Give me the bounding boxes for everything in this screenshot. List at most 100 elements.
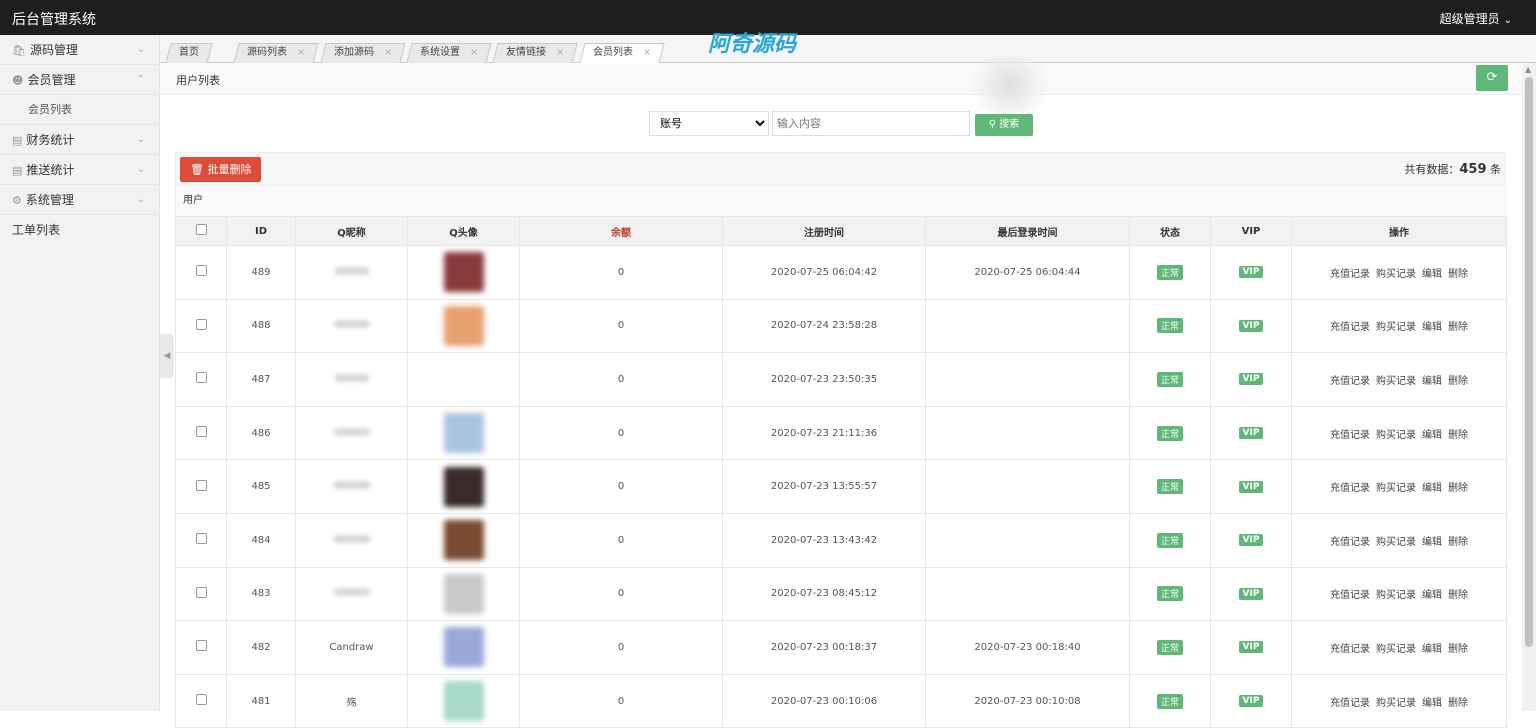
delete-link[interactable]: 删除 (1448, 698, 1468, 709)
sidebar-item[interactable]: ⚙ 系统管理 ⌄ (0, 185, 159, 215)
search-field-select[interactable]: 账号 (649, 111, 769, 136)
close-icon[interactable]: × (384, 44, 392, 62)
sidebar-item[interactable]: ▤ 推送统计 ⌄ (0, 155, 159, 185)
cell-nickname (295, 298, 408, 354)
recharge-record-link[interactable]: 充值记录 (1330, 698, 1370, 709)
scroll-up-icon[interactable]: ▲ (1525, 65, 1531, 74)
cell-avatar (407, 566, 520, 622)
edit-link[interactable]: 编辑 (1422, 269, 1442, 280)
purchase-record-link[interactable]: 购买记录 (1376, 590, 1416, 601)
edit-link[interactable]: 编辑 (1422, 483, 1442, 494)
delete-link[interactable]: 删除 (1448, 322, 1468, 333)
edit-link[interactable]: 编辑 (1422, 644, 1442, 655)
edit-link[interactable]: 编辑 (1422, 590, 1442, 601)
delete-link[interactable]: 删除 (1448, 537, 1468, 548)
row-checkbox[interactable] (195, 426, 207, 438)
blurred-nickname (333, 534, 370, 543)
cell-nickname: 殇 (295, 673, 408, 728)
vip-badge: VIP (1238, 534, 1264, 547)
delete-link[interactable]: 删除 (1448, 590, 1468, 601)
recharge-record-link[interactable]: 充值记录 (1330, 537, 1370, 548)
tab-item[interactable]: 添加源码 × (320, 43, 407, 63)
close-icon[interactable]: × (470, 44, 478, 62)
row-checkbox[interactable] (195, 265, 207, 277)
sidebar-item[interactable]: ☻ 会员管理 ⌃ (0, 65, 159, 95)
recharge-record-link[interactable]: 充值记录 (1330, 269, 1370, 280)
purchase-record-link[interactable]: 购买记录 (1376, 430, 1416, 441)
cell-select[interactable] (175, 298, 227, 354)
edit-link[interactable]: 编辑 (1422, 376, 1442, 387)
header-select-all[interactable] (175, 216, 227, 246)
purchase-record-link[interactable]: 购买记录 (1376, 269, 1416, 280)
close-icon[interactable]: × (297, 44, 305, 62)
tab-item[interactable]: 源码列表 × (233, 43, 320, 63)
row-checkbox[interactable] (195, 318, 207, 330)
purchase-record-link[interactable]: 购买记录 (1376, 376, 1416, 387)
sidebar-item[interactable]: ▤ 财务统计 ⌄ (0, 125, 159, 155)
refresh-button[interactable]: ⟳ (1476, 65, 1508, 91)
bulk-delete-button[interactable]: 🗑 批量删除 (180, 157, 262, 182)
cell-last-login (925, 566, 1130, 622)
delete-link[interactable]: 删除 (1448, 644, 1468, 655)
purchase-record-link[interactable]: 购买记录 (1376, 483, 1416, 494)
cell-select[interactable] (175, 673, 227, 728)
scrollbar[interactable]: ▲ (1522, 63, 1536, 711)
cell-select[interactable] (175, 620, 227, 675)
search-input[interactable] (772, 111, 970, 136)
tab-item[interactable]: 会员列表 × (579, 43, 666, 63)
row-checkbox[interactable] (195, 694, 207, 706)
delete-link[interactable]: 删除 (1448, 430, 1468, 441)
sidebar-collapse-handle[interactable]: ◀ (160, 334, 174, 378)
row-checkbox[interactable] (195, 372, 207, 384)
user-menu[interactable]: 超级管理员 ⌄ (1440, 10, 1512, 27)
delete-link[interactable]: 删除 (1448, 483, 1468, 494)
purchase-record-link[interactable]: 购买记录 (1376, 322, 1416, 333)
recharge-record-link[interactable]: 充值记录 (1330, 430, 1370, 441)
row-checkbox[interactable] (195, 586, 207, 598)
edit-link[interactable]: 编辑 (1422, 698, 1442, 709)
scrollbar-thumb[interactable] (1525, 77, 1533, 647)
user-menu-label: 超级管理员 (1439, 12, 1500, 26)
delete-link[interactable]: 删除 (1448, 376, 1468, 387)
cell-status: 正常 (1129, 566, 1211, 622)
sidebar-item-label: 推送统计 (26, 163, 75, 177)
cell-register-time: 2020-07-25 06:04:42 (722, 245, 926, 300)
row-checkbox[interactable] (195, 479, 207, 491)
tab-item[interactable]: 系统设置 × (406, 43, 493, 63)
close-icon[interactable]: × (643, 44, 651, 62)
sidebar-item[interactable]: 🛍 源码管理 ⌄ (0, 35, 159, 65)
sidebar-item-label: 系统管理 (25, 193, 74, 207)
edit-link[interactable]: 编辑 (1422, 537, 1442, 548)
tab-item[interactable]: 首页 (165, 43, 213, 63)
sidebar-subitem[interactable]: 会员列表 (0, 95, 159, 125)
recharge-record-link[interactable]: 充值记录 (1330, 483, 1370, 494)
recharge-record-link[interactable]: 充值记录 (1330, 376, 1370, 387)
tab-item[interactable]: 友情链接 × (492, 43, 579, 63)
cell-select[interactable] (175, 459, 227, 514)
purchase-record-link[interactable]: 购买记录 (1376, 644, 1416, 655)
search-button[interactable]: ⚲ 搜索 (975, 114, 1033, 136)
edit-link[interactable]: 编辑 (1422, 322, 1442, 333)
purchase-record-link[interactable]: 购买记录 (1376, 698, 1416, 709)
blurred-nickname (333, 373, 370, 382)
delete-link[interactable]: 删除 (1448, 269, 1468, 280)
cell-select[interactable] (175, 512, 227, 568)
cell-select[interactable] (175, 245, 227, 300)
row-checkbox[interactable] (195, 533, 207, 545)
close-icon[interactable]: × (556, 44, 564, 62)
cell-select[interactable] (175, 405, 227, 461)
row-checkbox[interactable] (195, 640, 207, 652)
cell-select[interactable] (175, 566, 227, 622)
chevron-down-icon: ⌄ (1503, 15, 1512, 26)
select-all-checkbox[interactable] (195, 224, 207, 235)
edit-link[interactable]: 编辑 (1422, 430, 1442, 441)
cell-select[interactable] (175, 352, 227, 407)
recharge-record-link[interactable]: 充值记录 (1330, 590, 1370, 601)
cell-nickname (295, 405, 408, 461)
gear-icon: ⚙ (12, 194, 22, 207)
recharge-record-link[interactable]: 充值记录 (1330, 644, 1370, 655)
sidebar-item-tickets[interactable]: 工单列表 (0, 215, 159, 245)
purchase-record-link[interactable]: 购买记录 (1376, 537, 1416, 548)
cell-actions: 充值记录 购买记录 编辑 删除 (1291, 298, 1507, 354)
recharge-record-link[interactable]: 充值记录 (1330, 322, 1370, 333)
